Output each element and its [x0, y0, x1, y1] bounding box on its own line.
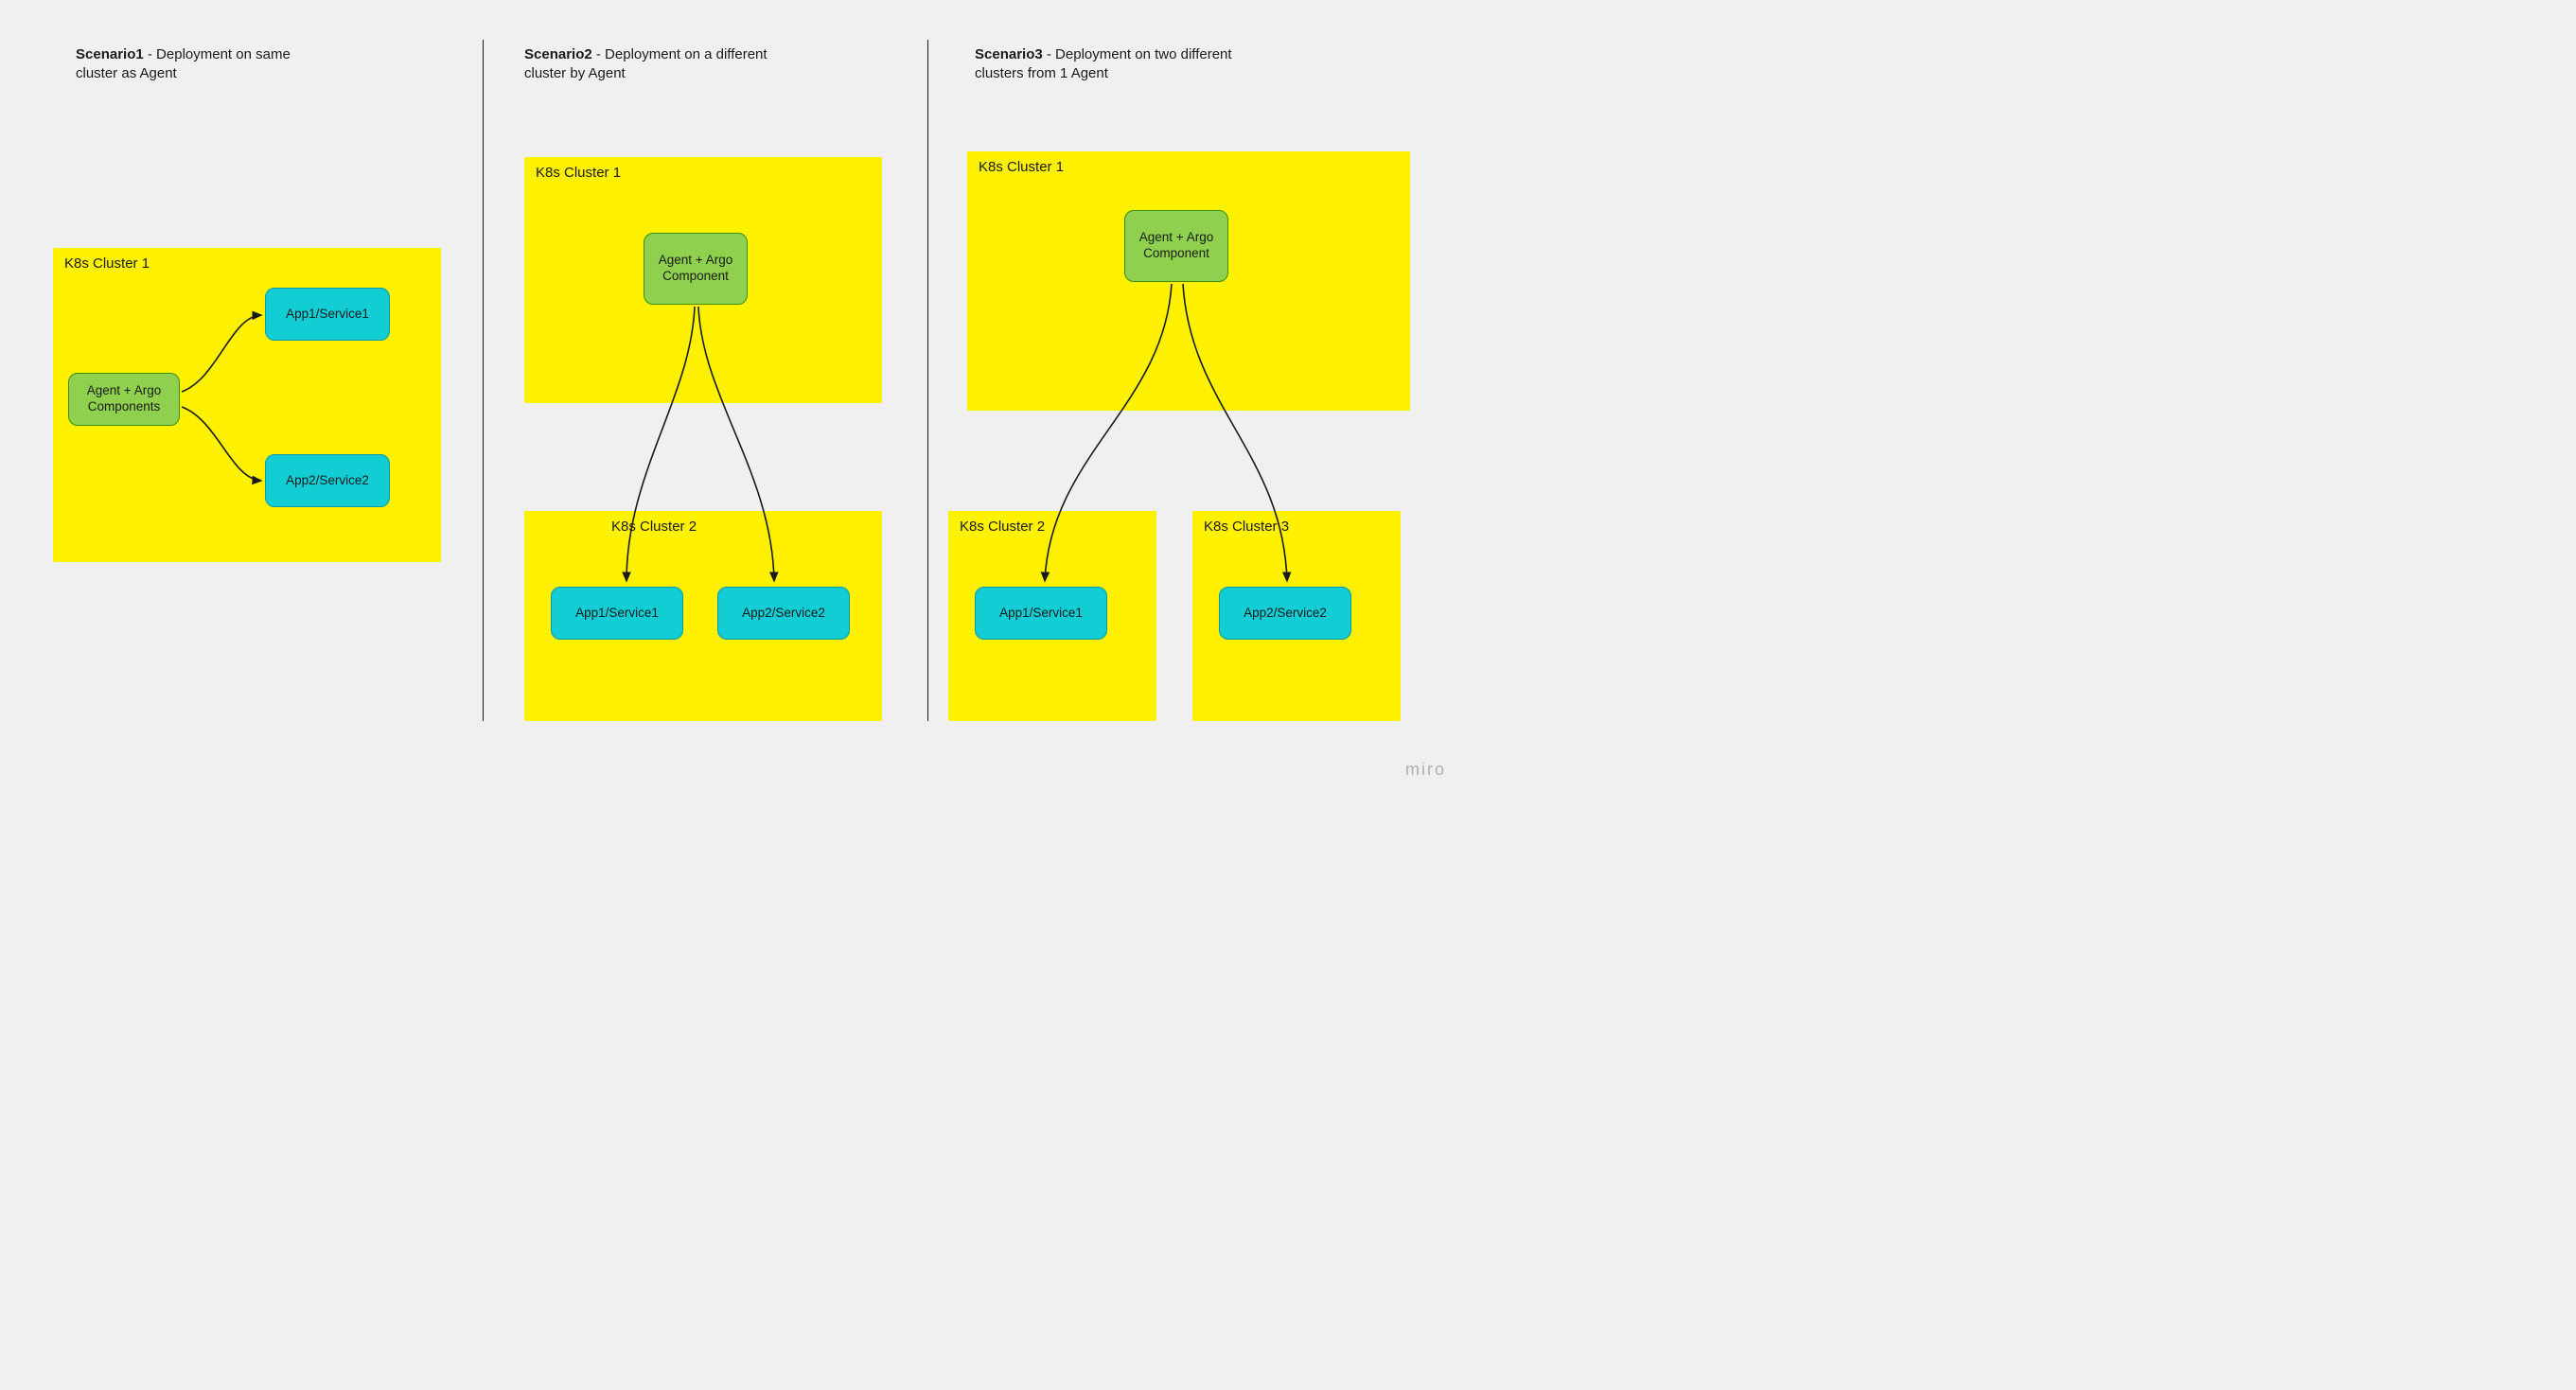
node-label: Agent + Argo Component	[648, 253, 743, 285]
node-label: App1/Service1	[999, 606, 1083, 622]
scenario2-title: Scenario2 - Deployment on a different cl…	[524, 45, 789, 84]
cluster-label: K8s Cluster 1	[536, 165, 621, 181]
cluster-label: K8s Cluster 2	[960, 519, 1045, 535]
cluster-label: K8s Cluster 1	[64, 255, 150, 272]
diagram-canvas: Scenario1 - Deployment on same cluster a…	[0, 0, 1465, 791]
miro-watermark: miro	[1405, 760, 1446, 780]
cluster-label: K8s Cluster 1	[979, 159, 1064, 175]
node-label: App2/Service2	[1244, 606, 1327, 622]
cluster-label: K8s Cluster 2	[611, 519, 697, 535]
divider-2	[927, 40, 928, 721]
node-label: App1/Service1	[575, 606, 659, 622]
node-label: App2/Service2	[286, 473, 369, 489]
s3-agent-node: Agent + Argo Component	[1124, 210, 1228, 282]
s1-app2-node: App2/Service2	[265, 454, 390, 507]
s3-app2-node: App2/Service2	[1219, 587, 1351, 640]
s2-agent-node: Agent + Argo Component	[644, 233, 748, 305]
s1-agent-node: Agent + Argo Components	[68, 373, 180, 426]
scenario3-title: Scenario3 - Deployment on two different …	[975, 45, 1278, 84]
divider-1	[483, 40, 484, 721]
s1-app1-node: App1/Service1	[265, 288, 390, 341]
s3-app1-node: App1/Service1	[975, 587, 1107, 640]
cluster-label: K8s Cluster 3	[1204, 519, 1289, 535]
s2-app2-node: App2/Service2	[717, 587, 850, 640]
s2-app1-node: App1/Service1	[551, 587, 683, 640]
node-label: App2/Service2	[742, 606, 825, 622]
node-label: Agent + Argo Component	[1129, 230, 1224, 262]
node-label: Agent + Argo Components	[73, 383, 175, 415]
node-label: App1/Service1	[286, 307, 369, 323]
scenario1-title: Scenario1 - Deployment on same cluster a…	[76, 45, 322, 84]
